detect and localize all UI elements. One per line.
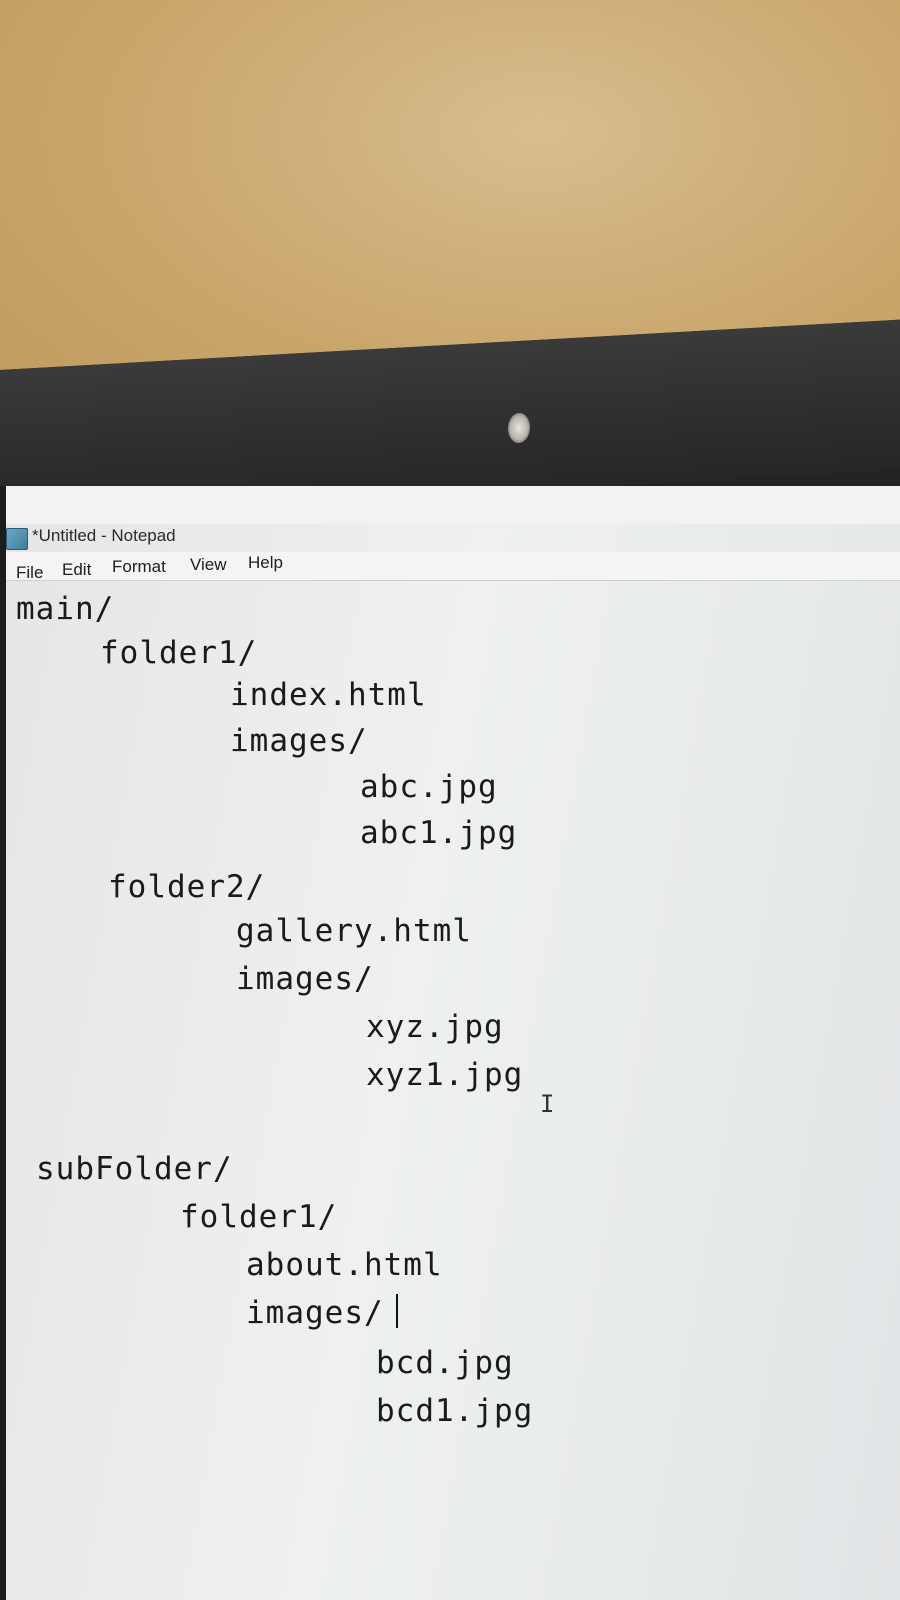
editor-line: gallery.html bbox=[236, 913, 472, 949]
editor-line: bcd1.jpg bbox=[376, 1393, 534, 1429]
menu-item-file[interactable]: File bbox=[16, 563, 43, 583]
window-title: *Untitled - Notepad bbox=[32, 526, 176, 545]
editor-line: images/ bbox=[236, 961, 374, 997]
editor-line: folder1/ bbox=[100, 635, 258, 671]
editor-line: xyz1.jpg bbox=[366, 1057, 524, 1093]
editor-line: folder2/ bbox=[108, 869, 266, 905]
title-bar bbox=[6, 486, 900, 524]
ibeam-cursor-icon: I bbox=[540, 1090, 555, 1118]
editor-line: images/ bbox=[230, 723, 368, 759]
editor-line: main/ bbox=[16, 591, 115, 627]
menu-item-edit[interactable]: Edit bbox=[62, 560, 91, 580]
menu-item-format[interactable]: Format bbox=[112, 557, 166, 577]
editor-line: images/ bbox=[246, 1295, 384, 1331]
editor-line: bcd.jpg bbox=[376, 1345, 514, 1381]
editor-line: about.html bbox=[246, 1247, 443, 1283]
notepad-icon bbox=[6, 528, 28, 550]
menu-item-help[interactable]: Help bbox=[248, 553, 283, 573]
editor-line: subFolder/ bbox=[36, 1151, 233, 1187]
editor-line: folder1/ bbox=[180, 1199, 338, 1235]
menu-item-view[interactable]: View bbox=[190, 555, 227, 575]
editor-line: abc.jpg bbox=[360, 769, 498, 805]
text-caret bbox=[396, 1294, 398, 1328]
text-editor[interactable] bbox=[8, 586, 900, 1600]
editor-line: xyz.jpg bbox=[366, 1009, 504, 1045]
editor-line: index.html bbox=[230, 677, 427, 713]
editor-line: abc1.jpg bbox=[360, 815, 518, 851]
